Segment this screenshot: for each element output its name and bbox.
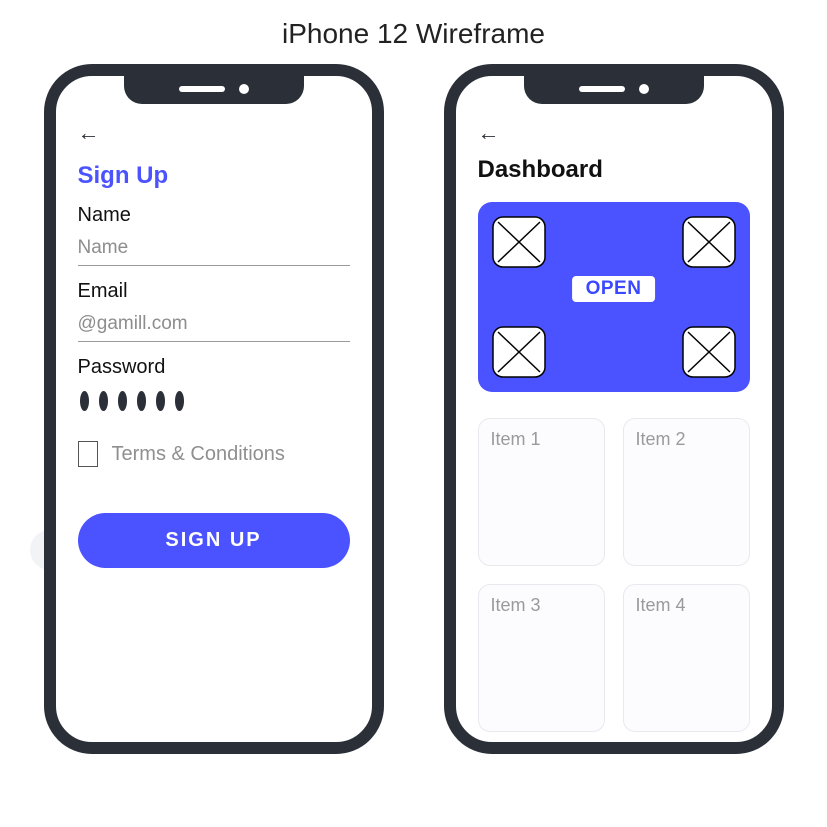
- camera-dot-icon: [639, 84, 649, 94]
- dashboard-card[interactable]: Item 2: [623, 418, 750, 566]
- field-email: Email @gamill.com: [78, 280, 350, 342]
- notch: [124, 74, 304, 104]
- image-placeholder-icon: [492, 216, 546, 268]
- email-input[interactable]: @gamill.com: [78, 309, 350, 342]
- back-arrow-icon[interactable]: ←: [78, 122, 350, 152]
- phone-dashboard: ← Dashboard OPEN Item 1: [444, 64, 784, 754]
- dashboard-card[interactable]: Item 1: [478, 418, 605, 566]
- page-title: iPhone 12 Wireframe: [0, 0, 827, 60]
- screen-title: Dashboard: [478, 156, 750, 184]
- card-label: Item 1: [491, 429, 592, 450]
- dashboard-card[interactable]: Item 3: [478, 584, 605, 732]
- open-badge[interactable]: OPEN: [572, 276, 656, 302]
- camera-dot-icon: [239, 84, 249, 94]
- password-input[interactable]: [78, 385, 350, 415]
- image-placeholder-icon: [492, 326, 546, 378]
- field-password: Password: [78, 356, 350, 415]
- dashboard-grid: Item 1 Item 2 Item 3 Item 4: [478, 418, 750, 732]
- image-placeholder-icon: [682, 326, 736, 378]
- hero-panel[interactable]: OPEN: [478, 202, 750, 392]
- password-label: Password: [78, 356, 350, 379]
- email-label: Email: [78, 280, 350, 303]
- field-name: Name Name: [78, 204, 350, 266]
- image-placeholder-icon: [682, 216, 736, 268]
- name-input[interactable]: Name: [78, 233, 350, 266]
- terms-label: Terms & Conditions: [112, 443, 285, 466]
- dashboard-card[interactable]: Item 4: [623, 584, 750, 732]
- terms-checkbox[interactable]: [78, 441, 98, 467]
- back-arrow-icon[interactable]: ←: [478, 122, 750, 152]
- speaker-slot: [579, 86, 625, 92]
- notch: [524, 74, 704, 104]
- card-label: Item 2: [636, 429, 737, 450]
- card-label: Item 3: [491, 595, 592, 616]
- phone-signup: ← Sign Up Name Name Email @gamill.com Pa…: [44, 64, 384, 754]
- card-label: Item 4: [636, 595, 737, 616]
- name-label: Name: [78, 204, 350, 227]
- speaker-slot: [179, 86, 225, 92]
- signup-button[interactable]: SIGN UP: [78, 513, 350, 568]
- screen-title: Sign Up: [78, 162, 350, 190]
- terms-row: Terms & Conditions: [78, 441, 350, 467]
